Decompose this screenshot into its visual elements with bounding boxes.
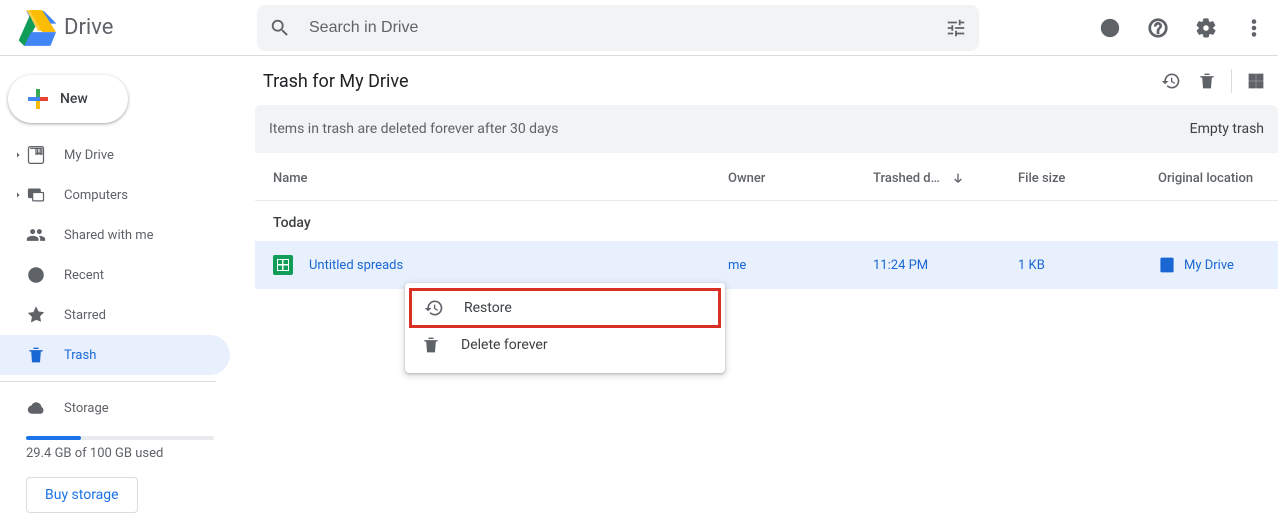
cell-original-location[interactable]: My Drive bbox=[1158, 256, 1278, 274]
offline-status-icon[interactable] bbox=[1090, 8, 1130, 48]
app-header: Drive bbox=[0, 0, 1278, 56]
cell-owner: me bbox=[728, 258, 873, 273]
sidebar-item-recent[interactable]: Recent bbox=[0, 255, 230, 295]
sidebar-item-shared[interactable]: Shared with me bbox=[0, 215, 230, 255]
context-menu-restore-label: Restore bbox=[464, 300, 512, 316]
empty-trash-button[interactable]: Empty trash bbox=[1190, 121, 1264, 137]
column-owner[interactable]: Owner bbox=[728, 171, 873, 186]
new-button[interactable]: New bbox=[8, 75, 128, 123]
file-row[interactable]: Untitled spreads me 11:24 PM 1 KB My Dri… bbox=[255, 241, 1278, 289]
sidebar-item-label: Starred bbox=[64, 308, 106, 323]
page-title: Trash for My Drive bbox=[255, 71, 1153, 92]
file-name: Untitled spreads bbox=[309, 258, 403, 273]
context-menu: Restore Delete forever bbox=[405, 283, 725, 373]
cell-file-size: 1 KB bbox=[1018, 258, 1158, 273]
context-menu-restore[interactable]: Restore bbox=[409, 288, 721, 328]
sidebar-item-storage[interactable]: Storage bbox=[0, 388, 230, 428]
sidebar-item-label: Trash bbox=[64, 348, 96, 363]
my-drive-location-icon bbox=[1158, 256, 1176, 274]
sidebar-item-label: Storage bbox=[64, 401, 109, 416]
search-bar[interactable] bbox=[257, 5, 979, 51]
banner-message: Items in trash are deleted forever after… bbox=[269, 121, 1190, 137]
header-separator bbox=[1231, 69, 1232, 93]
storage-usage-text: 29.4 GB of 100 GB used bbox=[26, 446, 240, 461]
trash-banner: Items in trash are deleted forever after… bbox=[255, 105, 1278, 153]
sheets-icon bbox=[273, 255, 293, 275]
new-button-label: New bbox=[60, 91, 88, 107]
cell-trashed-date: 11:24 PM bbox=[873, 258, 1018, 273]
context-menu-delete-forever[interactable]: Delete forever bbox=[405, 325, 725, 365]
context-menu-delete-forever-label: Delete forever bbox=[461, 337, 548, 353]
recent-clock-icon bbox=[26, 265, 46, 285]
search-options-icon[interactable] bbox=[945, 17, 967, 39]
expand-arrow-icon bbox=[12, 189, 24, 201]
column-trashed-date[interactable]: Trashed d… bbox=[873, 171, 1018, 187]
help-icon[interactable] bbox=[1138, 8, 1178, 48]
plus-icon bbox=[20, 81, 56, 117]
restore-header-icon[interactable] bbox=[1153, 63, 1189, 99]
drive-logo-icon bbox=[16, 10, 56, 46]
main-panel: Trash for My Drive Items in trash are de… bbox=[255, 57, 1278, 531]
star-icon bbox=[26, 305, 46, 325]
delete-header-icon[interactable] bbox=[1189, 63, 1225, 99]
grid-view-icon[interactable] bbox=[1238, 63, 1274, 99]
page-header: Trash for My Drive bbox=[255, 57, 1278, 105]
header-actions bbox=[1090, 0, 1274, 55]
table-header: Name Owner Trashed d… File size Original… bbox=[255, 157, 1278, 201]
storage-meter bbox=[26, 436, 214, 440]
logo-block[interactable]: Drive bbox=[16, 10, 113, 46]
nav-list: My Drive Computers Shared with me Recent… bbox=[0, 135, 240, 428]
nav-separator bbox=[0, 381, 216, 382]
column-file-size[interactable]: File size bbox=[1018, 171, 1158, 186]
sidebar-item-computers[interactable]: Computers bbox=[0, 175, 230, 215]
sort-descending-icon bbox=[950, 171, 966, 187]
sidebar-item-starred[interactable]: Starred bbox=[0, 295, 230, 335]
column-original-location[interactable]: Original location bbox=[1158, 171, 1278, 186]
my-drive-icon bbox=[26, 145, 46, 165]
buy-storage-button[interactable]: Buy storage bbox=[26, 477, 138, 513]
shared-icon bbox=[26, 225, 46, 245]
sidebar-item-label: My Drive bbox=[64, 148, 114, 163]
sidebar-item-label: Recent bbox=[64, 268, 104, 283]
sidebar-item-label: Shared with me bbox=[64, 228, 154, 243]
expand-arrow-icon bbox=[12, 149, 24, 161]
settings-gear-icon[interactable] bbox=[1186, 8, 1226, 48]
section-today: Today bbox=[255, 201, 1278, 241]
computers-icon bbox=[26, 185, 46, 205]
sidebar-item-trash[interactable]: Trash bbox=[0, 335, 230, 375]
cell-name: Untitled spreads bbox=[273, 255, 728, 275]
trash-icon bbox=[26, 345, 46, 365]
search-input[interactable] bbox=[309, 5, 945, 51]
search-icon bbox=[269, 17, 291, 39]
delete-forever-icon bbox=[421, 335, 441, 355]
more-vertical-icon[interactable] bbox=[1234, 8, 1274, 48]
sidebar-item-label: Computers bbox=[64, 188, 128, 203]
sidebar: New My Drive Computers Shared with me Re… bbox=[0, 57, 240, 531]
column-name[interactable]: Name bbox=[273, 171, 728, 186]
sidebar-item-my-drive[interactable]: My Drive bbox=[0, 135, 230, 175]
cloud-icon bbox=[26, 398, 46, 418]
restore-icon bbox=[424, 298, 444, 318]
app-name: Drive bbox=[64, 15, 113, 40]
